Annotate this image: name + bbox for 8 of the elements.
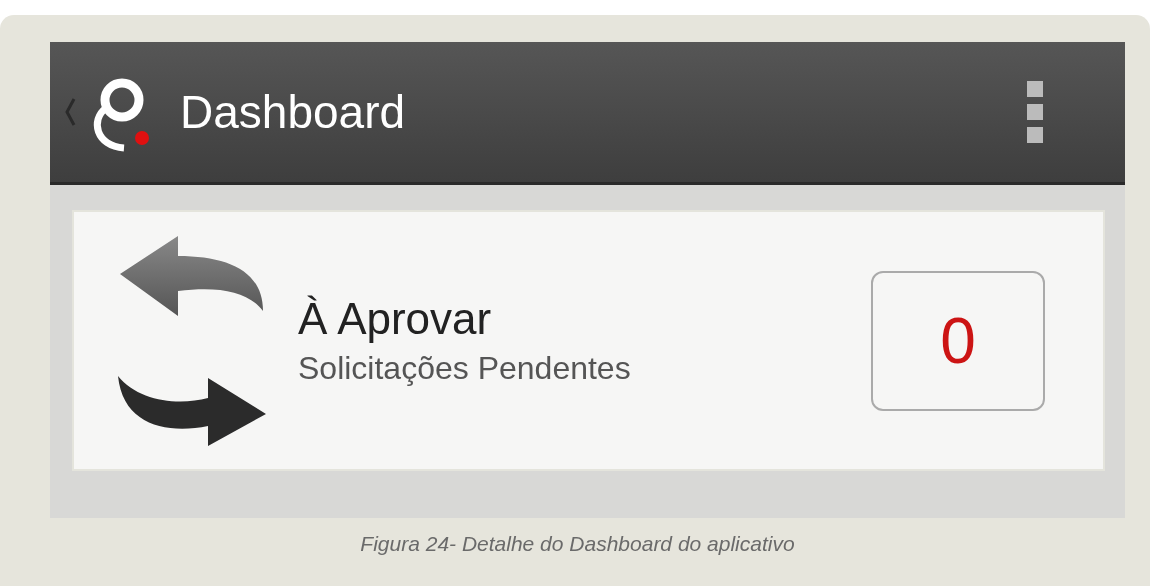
- card-title: À Aprovar: [298, 294, 493, 344]
- card-subtitle: Solicitações Pendentes: [298, 350, 632, 387]
- dashboard-card[interactable]: À Aprovar Solicitações Pendentes 0: [72, 210, 1105, 471]
- swap-arrows-icon: [118, 235, 268, 446]
- figure-caption: Figura 24- Detalhe do Dashboard do aplicativo: [359, 531, 796, 556]
- overflow-menu-icon[interactable]: [1027, 81, 1043, 143]
- app-bar-title: Dashboard: [180, 85, 407, 139]
- pending-count: 0: [871, 270, 1045, 411]
